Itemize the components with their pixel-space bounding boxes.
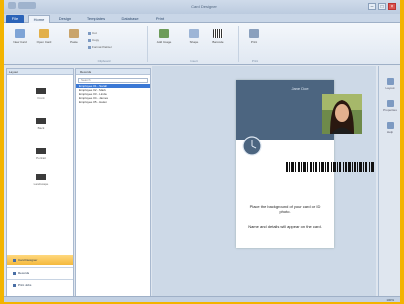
app-icon[interactable] <box>8 2 16 9</box>
tab-home[interactable]: Home <box>28 15 50 23</box>
ribbon-separator <box>238 26 239 62</box>
nav-item-records[interactable]: Records <box>7 267 73 277</box>
quick-access-toolbar[interactable] <box>18 2 36 9</box>
layout-icon <box>386 78 394 85</box>
nav-icon <box>13 283 16 287</box>
help-tool[interactable]: Help <box>382 122 398 134</box>
portrait-photo[interactable] <box>322 94 362 134</box>
shape-icon <box>189 29 199 38</box>
paste-icon <box>69 29 79 38</box>
layout-tool[interactable]: Layout <box>382 78 398 90</box>
app-window: Card Designer – □ × File Home Design Tem… <box>4 0 400 302</box>
new-card-button[interactable]: New Card <box>10 27 30 53</box>
records-panel: Records Search Employee 01 - Sarah Emplo… <box>75 68 151 298</box>
open-card-button[interactable]: Open Card <box>34 27 54 53</box>
image-icon <box>159 29 169 38</box>
records-panel-header: Records <box>76 69 150 75</box>
title-bar: Card Designer – □ × <box>4 0 400 14</box>
brush-icon <box>88 45 91 49</box>
search-input[interactable]: Search <box>78 78 148 83</box>
maximize-icon[interactable]: □ <box>378 3 386 10</box>
folder-icon <box>39 29 49 38</box>
scissors-icon <box>88 31 91 35</box>
ribbon-separator <box>147 26 148 62</box>
copy-button[interactable]: Copy <box>88 38 99 43</box>
barcode[interactable] <box>286 162 374 172</box>
nav-item-card-designer[interactable]: Card Designer <box>7 255 73 265</box>
barcode-button[interactable]: Barcode <box>208 27 228 53</box>
barcode-icon <box>213 29 223 38</box>
minimize-icon[interactable]: – <box>368 3 376 10</box>
shape-button[interactable]: Shape <box>184 27 204 53</box>
nav-icon <box>13 271 16 275</box>
cut-button[interactable]: Cut <box>88 31 97 36</box>
right-tool-strip: Layout Properties Help <box>378 66 400 298</box>
clock-icon <box>242 136 262 156</box>
nav-item-print-jobs[interactable]: Print Jobs <box>7 279 73 289</box>
tab-print[interactable]: Print <box>150 15 170 23</box>
thumbnail-back[interactable]: Back <box>23 117 59 133</box>
printer-icon <box>249 29 259 38</box>
card-instruction-text: Place the background of your card or ID … <box>249 204 321 214</box>
id-card[interactable]: Jane Doe Place the background of your ca… <box>236 80 374 248</box>
close-icon[interactable]: × <box>388 3 396 10</box>
tab-design[interactable]: Design <box>54 15 76 23</box>
left-panel-header: Layout <box>7 69 73 75</box>
design-canvas[interactable]: Jane Doe Place the background of your ca… <box>152 66 376 298</box>
ribbon-tabs: File Home Design Templates Database Prin… <box>4 14 400 23</box>
thumbnail-front[interactable]: Front <box>23 87 59 103</box>
tab-file[interactable]: File <box>6 15 24 23</box>
paste-button[interactable]: Paste <box>64 27 84 53</box>
copy-icon <box>88 38 91 42</box>
card-name: Jane Doe <box>291 86 309 91</box>
print-button[interactable]: Print <box>244 27 264 53</box>
group-label-print: Print <box>251 59 259 63</box>
group-label-clipboard: Clipboard <box>97 59 111 63</box>
list-item[interactable]: Employee 05 - Helen <box>76 100 150 104</box>
zoom-level[interactable]: 100% <box>386 298 394 302</box>
thumbnail-landscape[interactable]: Landscape <box>23 173 59 189</box>
nav-icon <box>13 258 16 262</box>
add-image-button[interactable]: Add Image <box>154 27 174 53</box>
format-painter-button[interactable]: Format Painter <box>88 45 112 50</box>
group-label-insert: Insert <box>190 59 198 63</box>
left-panel: Layout Front Back Portrait Landscape Car… <box>6 68 74 298</box>
ribbon: New Card Open Card Paste Cut Copy Format… <box>4 23 400 65</box>
tab-templates[interactable]: Templates <box>82 15 110 23</box>
properties-tool[interactable]: Properties <box>382 100 398 112</box>
card-detail-text: Name and details will appear on the card… <box>248 224 322 229</box>
new-card-icon <box>15 29 25 38</box>
thumbnail-portrait[interactable]: Portrait <box>23 147 59 163</box>
help-icon <box>386 122 394 129</box>
tab-database[interactable]: Database <box>116 15 144 23</box>
properties-icon <box>386 100 394 107</box>
card-thumbnail-icon <box>36 88 46 94</box>
status-bar: 100% <box>4 296 400 302</box>
card-thumbnail-icon <box>36 174 46 180</box>
window-title: Card Designer <box>191 4 217 9</box>
card-thumbnail-icon <box>36 118 46 124</box>
card-thumbnail-icon <box>36 148 46 154</box>
